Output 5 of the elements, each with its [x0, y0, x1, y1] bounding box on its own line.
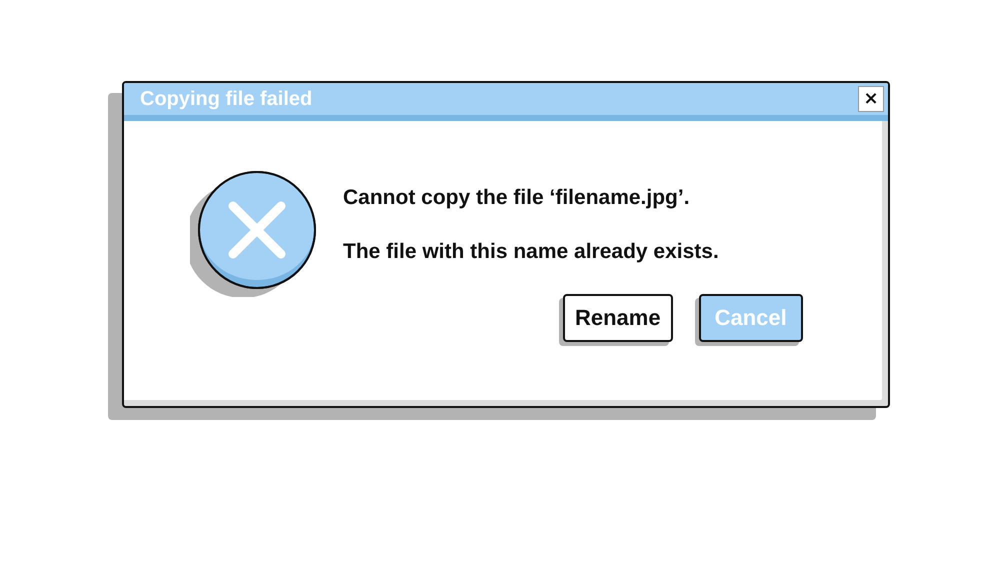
error-message: Cannot copy the file ‘filename.jpg’.	[343, 186, 691, 210]
close-button[interactable]: ×	[858, 86, 884, 112]
error-message: The file with this name already exists.	[343, 240, 720, 264]
window-title: Copying file failed	[140, 88, 312, 110]
error-icon	[190, 171, 316, 297]
